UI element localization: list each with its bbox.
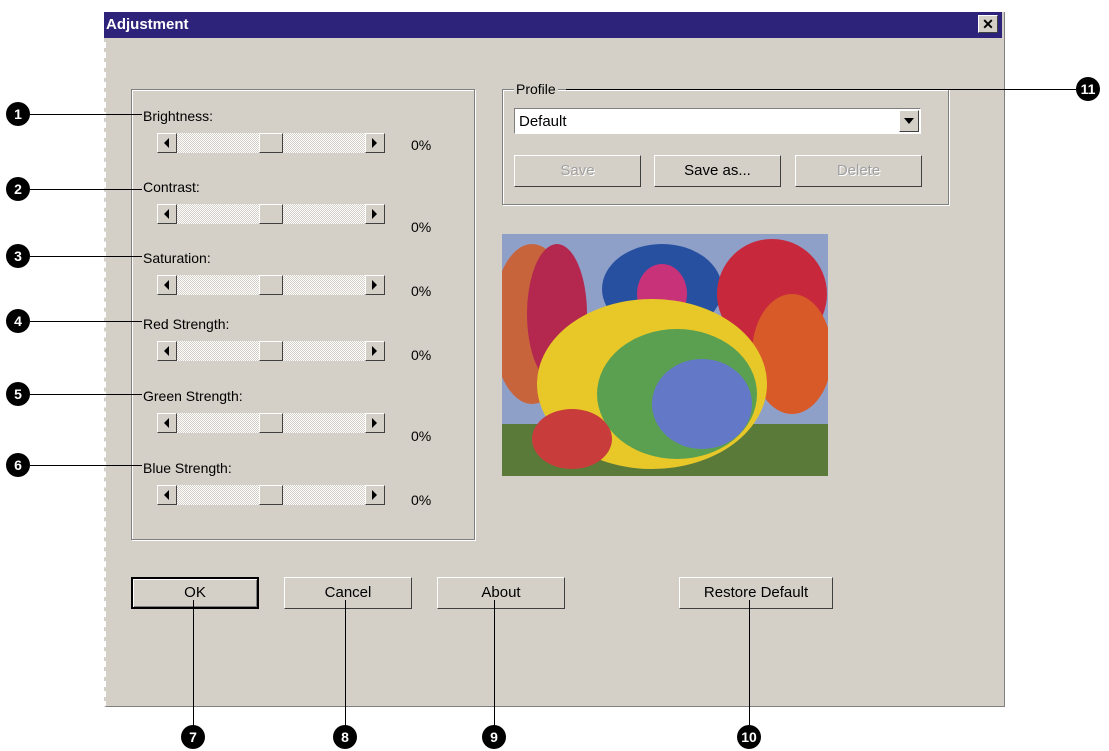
callout-line [749,600,750,726]
delete-button[interactable]: Delete [795,155,922,187]
slider-scrollbar[interactable] [157,133,385,155]
callout-marker: 3 [6,244,30,268]
slider-value: 0% [411,137,432,153]
about-button[interactable]: About [437,577,565,609]
scroll-right-button[interactable] [365,413,385,433]
scroll-right-button[interactable] [365,275,385,295]
restore-default-button[interactable]: Restore Default [679,577,833,609]
scroll-left-button[interactable] [157,133,177,153]
arrow-left-icon [164,418,169,428]
slider-label: Green Strength: [143,388,243,404]
slider-thumb[interactable] [259,133,283,153]
callout-line [30,394,142,395]
callout-line [494,600,495,726]
profile-group [502,89,949,205]
callout-line [30,189,142,190]
callout-marker: 4 [6,309,30,333]
profile-group-label: Profile [514,81,558,97]
arrow-left-icon [164,138,169,148]
save-button[interactable]: Save [514,155,641,187]
slider-label: Saturation: [143,250,211,266]
slider-label: Brightness: [143,108,214,124]
slider-thumb[interactable] [259,341,283,361]
scroll-left-button[interactable] [157,413,177,433]
scroll-right-button[interactable] [365,341,385,361]
callout-marker: 5 [6,382,30,406]
callout-marker: 9 [482,725,506,749]
callout-marker: 7 [181,725,205,749]
arrow-right-icon [372,418,377,428]
arrow-left-icon [164,346,169,356]
arrow-right-icon [372,346,377,356]
arrow-right-icon [372,209,377,219]
scroll-left-button[interactable] [157,485,177,505]
slider-label: Red Strength: [143,316,230,332]
slider-scrollbar[interactable] [157,485,385,507]
slider-thumb[interactable] [259,275,283,295]
slider-thumb[interactable] [259,413,283,433]
callout-line [30,256,142,257]
callout-marker: 8 [333,725,357,749]
arrow-right-icon [372,490,377,500]
scroll-right-button[interactable] [365,133,385,153]
callout-line [30,114,142,115]
slider-value: 0% [411,428,432,444]
ok-button[interactable]: OK [131,577,259,609]
callout-line [345,600,346,726]
slider-label: Blue Strength: [143,460,232,476]
slider-value: 0% [411,219,432,235]
arrow-right-icon [372,138,377,148]
slider-scrollbar[interactable] [157,275,385,297]
close-button[interactable]: ✕ [978,15,998,33]
slider-value: 0% [411,492,432,508]
scroll-left-button[interactable] [157,275,177,295]
slider-label: Contrast: [143,179,200,195]
slider-thumb[interactable] [259,485,283,505]
callout-marker: 11 [1076,77,1100,101]
slider-thumb[interactable] [259,204,283,224]
callout-line [30,465,142,466]
preview-image [502,234,828,476]
scroll-left-button[interactable] [157,341,177,361]
dropdown-button[interactable] [899,110,919,132]
callout-line [566,89,1076,90]
callout-marker: 10 [737,725,761,749]
chevron-down-icon [904,118,914,124]
title-bar: Adjustment ✕ [104,12,1002,38]
cancel-button[interactable]: Cancel [284,577,412,609]
window-title: Adjustment [106,16,189,33]
close-icon: ✕ [982,16,994,32]
slider-value: 0% [411,283,432,299]
slider-scrollbar[interactable] [157,204,385,226]
callout-line [193,600,194,726]
arrow-left-icon [164,280,169,290]
slider-scrollbar[interactable] [157,413,385,435]
callout-marker: 6 [6,453,30,477]
arrow-right-icon [372,280,377,290]
profile-select[interactable]: Default [514,108,921,134]
callout-marker: 1 [6,102,30,126]
arrow-left-icon [164,490,169,500]
slider-value: 0% [411,347,432,363]
scroll-left-button[interactable] [157,204,177,224]
scroll-right-button[interactable] [365,485,385,505]
callout-marker: 2 [6,177,30,201]
profile-selected-value: Default [519,113,567,130]
callout-line [30,321,142,322]
slider-scrollbar[interactable] [157,341,385,363]
save-as-button[interactable]: Save as... [654,155,781,187]
arrow-left-icon [164,209,169,219]
scroll-right-button[interactable] [365,204,385,224]
